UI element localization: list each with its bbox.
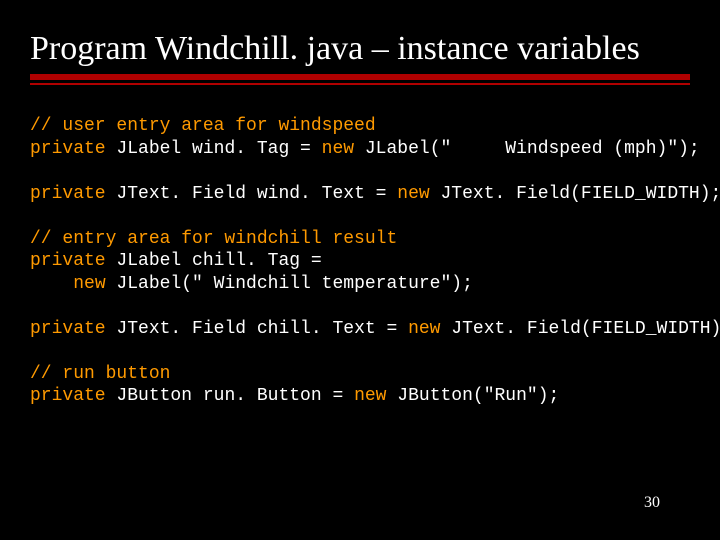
code-keyword: new bbox=[354, 386, 386, 406]
page-number: 30 bbox=[644, 494, 660, 512]
code-keyword: new bbox=[73, 274, 105, 294]
rule-thin bbox=[30, 83, 690, 85]
code-keyword: private bbox=[30, 251, 106, 271]
slide: Program Windchill. java – instance varia… bbox=[0, 0, 720, 540]
code-keyword: private bbox=[30, 319, 106, 339]
slide-title: Program Windchill. java – instance varia… bbox=[30, 30, 690, 68]
code-keyword: new bbox=[408, 319, 440, 339]
code-comment: // run button bbox=[30, 364, 170, 384]
code-text: JLabel(" Windspeed (mph)"); bbox=[354, 139, 700, 159]
code-keyword: private bbox=[30, 386, 106, 406]
code-text: JLabel wind. Tag = bbox=[106, 139, 322, 159]
code-text: JText. Field(FIELD_WIDTH); bbox=[440, 319, 720, 339]
code-text: JButton run. Button = bbox=[106, 386, 354, 406]
rule-thick bbox=[30, 74, 690, 80]
code-comment: // user entry area for windspeed bbox=[30, 116, 376, 136]
code-keyword: private bbox=[30, 184, 106, 204]
code-comment: // entry area for windchill result bbox=[30, 229, 397, 249]
code-text: JLabel chill. Tag = bbox=[106, 251, 322, 271]
code-keyword: private bbox=[30, 139, 106, 159]
code-block: // user entry area for windspeed private… bbox=[30, 115, 690, 408]
code-text: JText. Field(FIELD_WIDTH); bbox=[430, 184, 720, 204]
code-text: JLabel(" Windchill temperature"); bbox=[106, 274, 473, 294]
code-indent bbox=[30, 274, 73, 294]
code-text: JButton("Run"); bbox=[386, 386, 559, 406]
code-keyword: new bbox=[397, 184, 429, 204]
code-text: JText. Field wind. Text = bbox=[106, 184, 398, 204]
title-underline bbox=[30, 74, 690, 85]
code-keyword: new bbox=[322, 139, 354, 159]
code-text: JText. Field chill. Text = bbox=[106, 319, 408, 339]
